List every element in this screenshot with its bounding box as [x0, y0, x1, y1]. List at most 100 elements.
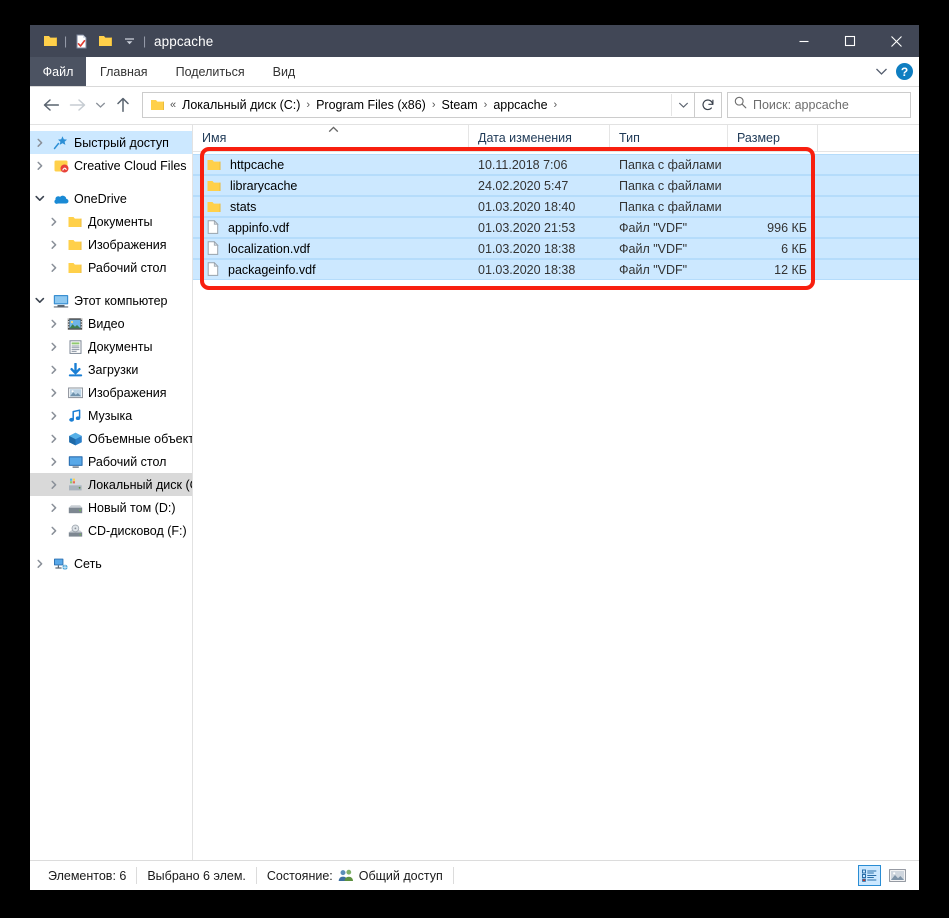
chevron-down-icon[interactable]	[30, 296, 50, 305]
refresh-button[interactable]	[695, 92, 722, 118]
close-button[interactable]	[873, 25, 919, 57]
tab-share[interactable]: Поделиться	[162, 57, 259, 86]
address-dropdown-icon[interactable]	[671, 94, 694, 116]
status-share-label: Общий доступ	[358, 868, 443, 883]
breadcrumb-item-2[interactable]: Steam	[439, 96, 481, 114]
sidebar-item[interactable]: Этот компьютер	[30, 289, 192, 312]
sidebar-item[interactable]: Новый том (D:)	[30, 496, 192, 519]
maximize-button[interactable]	[827, 25, 873, 57]
sidebar-item[interactable]: Музыка	[30, 404, 192, 427]
qat-customize-dropdown-icon[interactable]	[117, 29, 141, 53]
back-button[interactable]	[38, 92, 64, 118]
chevron-right-icon[interactable]	[44, 240, 64, 250]
chevron-down-icon[interactable]	[30, 194, 50, 203]
sidebar-item[interactable]: OneDrive	[30, 187, 192, 210]
sidebar-item[interactable]: Изображения	[30, 381, 192, 404]
sidebar-item[interactable]: Объемные объекты	[30, 427, 192, 450]
chevron-right-icon[interactable]	[44, 319, 64, 329]
sidebar-item[interactable]: Документы	[30, 335, 192, 358]
sidebar-item[interactable]: Creative Cloud Files	[30, 154, 192, 177]
cell-type: Файл "VDF"	[619, 262, 688, 277]
chevron-right-icon[interactable]	[44, 263, 64, 273]
breadcrumb-chevron-0[interactable]: ›	[303, 99, 313, 111]
qat-properties-icon[interactable]	[69, 29, 93, 53]
sidebar-item[interactable]: CD-дисковод (F:)	[30, 519, 192, 542]
breadcrumb: « Локальный диск (C:) › Program Files (x…	[147, 96, 671, 114]
minimize-button[interactable]	[781, 25, 827, 57]
cell-date-modified: 24.02.2020 5:47	[478, 178, 569, 193]
table-row[interactable]: localization.vdf 01.03.2020 18:38 Файл "VD…	[193, 238, 919, 259]
cell-date-modified: 01.03.2020 21:53	[478, 220, 576, 235]
chevron-right-icon[interactable]	[44, 217, 64, 227]
cell-name: librarycache	[193, 179, 469, 193]
sidebar-item[interactable]: Видео	[30, 312, 192, 335]
cd-drive-icon	[64, 524, 86, 538]
videos-icon	[64, 317, 86, 331]
details-view-icon[interactable]	[858, 865, 881, 886]
breadcrumb-chevron-2[interactable]: ›	[481, 99, 491, 111]
sidebar-item[interactable]: Быстрый доступ	[30, 131, 192, 154]
sidebar-item[interactable]: Локальный диск (C:)	[30, 473, 192, 496]
column-header-size[interactable]: Размер	[728, 125, 818, 151]
chevron-right-icon[interactable]	[44, 526, 64, 536]
recent-locations-button[interactable]	[90, 92, 110, 118]
sidebar-item[interactable]: Сеть	[30, 552, 192, 575]
address-input[interactable]: « Локальный диск (C:) › Program Files (x…	[142, 92, 695, 118]
file-list[interactable]: httpcache 10.11.2018 7:06 Папка с файлами l…	[193, 152, 919, 860]
ribbon-collapse-icon[interactable]	[875, 63, 888, 81]
breadcrumb-item-0[interactable]: Локальный диск (C:)	[179, 96, 303, 114]
chevron-right-icon[interactable]	[30, 559, 50, 569]
breadcrumb-item-1[interactable]: Program Files (x86)	[313, 96, 429, 114]
cell-type: Папка с файлами	[619, 199, 722, 214]
status-item-count: Элементов: 6	[38, 867, 138, 884]
sidebar-item[interactable]: Загрузки	[30, 358, 192, 381]
tab-view[interactable]: Вид	[259, 57, 310, 86]
chevron-right-icon[interactable]	[44, 388, 64, 398]
table-row[interactable]: librarycache 24.02.2020 5:47 Папка с файла…	[193, 175, 919, 196]
chevron-right-icon[interactable]	[44, 503, 64, 513]
chevron-right-icon[interactable]	[44, 411, 64, 421]
navigation-pane[interactable]: Быстрый доступ Creative Cloud Files OneDri…	[30, 125, 193, 860]
thumbnail-view-icon[interactable]	[886, 865, 909, 886]
shared-users-icon	[338, 869, 354, 882]
table-row[interactable]: httpcache 10.11.2018 7:06 Папка с файлами	[193, 154, 919, 175]
chevron-right-icon[interactable]	[44, 480, 64, 490]
column-header-date[interactable]: Дата изменения	[469, 125, 610, 151]
breadcrumb-overflow[interactable]: «	[167, 99, 179, 111]
cell-size: 996 КБ	[767, 220, 807, 235]
help-button[interactable]: ?	[896, 63, 913, 80]
breadcrumb-item-3[interactable]: appcache	[490, 96, 550, 114]
chevron-right-icon[interactable]	[44, 342, 64, 352]
chevron-right-icon[interactable]	[44, 365, 64, 375]
sidebar-item-label: Музыка	[88, 408, 133, 423]
sidebar-item[interactable]: Изображения	[30, 233, 192, 256]
sidebar-item[interactable]: Документы	[30, 210, 192, 233]
chevron-right-icon[interactable]	[30, 138, 50, 148]
cell-name: stats	[193, 200, 469, 214]
sidebar-item[interactable]: Рабочий стол	[30, 450, 192, 473]
forward-button[interactable]	[64, 92, 90, 118]
breadcrumb-chevron-1[interactable]: ›	[429, 99, 439, 111]
table-row[interactable]: appinfo.vdf 01.03.2020 21:53 Файл "VDF" 996…	[193, 217, 919, 238]
qat-new-folder-icon[interactable]	[93, 29, 117, 53]
tab-file[interactable]: Файл	[30, 57, 86, 86]
qat-folder-icon[interactable]	[38, 29, 62, 53]
table-row[interactable]: packageinfo.vdf 01.03.2020 18:38 Файл "VDF…	[193, 259, 919, 280]
tab-home[interactable]: Главная	[86, 57, 162, 86]
file-name-label: localization.vdf	[228, 241, 310, 256]
breadcrumb-chevron-3[interactable]: ›	[551, 99, 561, 111]
chevron-right-icon[interactable]	[44, 457, 64, 467]
chevron-right-icon[interactable]	[30, 161, 50, 171]
sidebar-item[interactable]: Рабочий стол	[30, 256, 192, 279]
search-input[interactable]: Поиск: appcache	[727, 92, 911, 118]
sidebar-item-label: Изображения	[88, 237, 167, 252]
chevron-right-icon[interactable]	[44, 434, 64, 444]
column-header-type[interactable]: Тип	[610, 125, 728, 151]
up-button[interactable]	[110, 92, 136, 118]
file-list-pane: Имя Дата изменения Тип Размер httpcache 1…	[193, 125, 919, 860]
sidebar-item-label: Creative Cloud Files	[74, 158, 187, 173]
column-header-name[interactable]: Имя	[193, 125, 469, 151]
table-row[interactable]: stats 01.03.2020 18:40 Папка с файлами	[193, 196, 919, 217]
sidebar-item-label: OneDrive	[74, 191, 127, 206]
pictures-icon	[64, 386, 86, 400]
